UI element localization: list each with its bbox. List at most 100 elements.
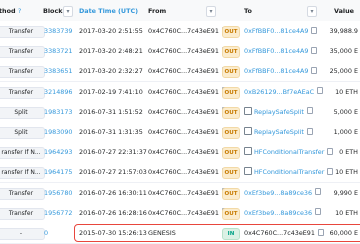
table-row: Transfer 3383739 2017-03-20 2:51:55 0x4C760… bbox=[0, 21, 360, 42]
value-amount: 10 ETH bbox=[335, 208, 358, 217]
to-address[interactable]: HFConditionalTransfer bbox=[254, 168, 324, 176]
table-row: Split 1983090 2016-07-31 1:31:35 0x4C760C..… bbox=[0, 122, 360, 143]
method-badge[interactable]: Transfer bbox=[0, 26, 45, 38]
from-address[interactable]: 0x4C760C...7c43eE91 bbox=[148, 203, 228, 223]
block-number[interactable]: 3383721 bbox=[44, 41, 72, 61]
from-address[interactable]: 0x4C760C...7c43eE91 bbox=[148, 61, 228, 81]
from-address[interactable]: 0x4C760C...7c43eE91 bbox=[148, 122, 228, 142]
to-address[interactable]: HFConditionalTransfer bbox=[254, 148, 324, 156]
value-amount: 39,988.9 bbox=[329, 27, 358, 35]
method-badge[interactable]: Transfer bbox=[0, 207, 45, 220]
block-number[interactable]: 3383739 bbox=[44, 21, 72, 41]
to-cell: 0xB26129...Bf7eAEaC bbox=[244, 82, 324, 102]
from-address-text: 0x4C760C...7c43eE91 bbox=[148, 208, 219, 217]
from-address[interactable]: 0x4C760C...7c43eE91 bbox=[148, 183, 228, 203]
to-cell: 0xFfBBF0...81ce4A9 bbox=[244, 21, 318, 41]
method-badge[interactable]: Transfer bbox=[0, 46, 45, 59]
contract-icon bbox=[244, 127, 252, 135]
table-row: ransfer If N... 1964293 2016-07-27 22:31:3… bbox=[0, 142, 360, 164]
to-address[interactable]: ReplaySafeSplit bbox=[254, 108, 304, 116]
to-address[interactable]: 0xEf3be9...8a89ce36 bbox=[244, 209, 312, 217]
to-address[interactable]: 0xFfBBF0...81ce4A9 bbox=[244, 67, 308, 75]
from-address[interactable]: 0x4C760C...7c43eE91 bbox=[148, 21, 228, 41]
to-column-header: To bbox=[244, 7, 252, 15]
block-number[interactable]: 0 bbox=[44, 223, 48, 243]
direction-badge: OUT bbox=[222, 127, 240, 139]
to-address[interactable]: ReplaySafeSplit bbox=[254, 128, 304, 136]
value-amount: 9,990 E bbox=[333, 188, 358, 197]
table-row: Split 1983173 2016-07-31 1:51:52 0x4C760C..… bbox=[0, 101, 360, 123]
copy-icon[interactable] bbox=[317, 87, 324, 95]
to-address[interactable]: 0xFfBBF0...81ce4A9 bbox=[244, 27, 308, 35]
method-badge[interactable]: Transfer bbox=[0, 86, 45, 99]
copy-icon[interactable] bbox=[306, 107, 313, 115]
from-address-text: 0x4C760C...7c43eE91 bbox=[148, 188, 219, 197]
direction-badge: OUT bbox=[222, 86, 240, 99]
from-address-text: 0x4C760C...7c43eE91 bbox=[148, 128, 219, 136]
to-cell: ReplaySafeSplit bbox=[244, 102, 313, 122]
contract-icon bbox=[244, 106, 252, 115]
to-address[interactable]: 0xFfBBF0...81ce4A9 bbox=[244, 47, 308, 55]
value-amount: 60,000 E bbox=[329, 229, 358, 237]
from-address[interactable]: 0x4C760C...7c43eE91 bbox=[148, 142, 228, 162]
method-column-header: thod ? bbox=[0, 7, 22, 15]
table-header: thod ? Block ▾ Date Time (UTC) From ▾ To… bbox=[0, 0, 360, 22]
table-row: Transfer 3383651 2017-03-20 2:32:27 0x4C760… bbox=[0, 61, 360, 83]
method-badge[interactable]: Split bbox=[0, 127, 45, 139]
help-icon[interactable]: ? bbox=[18, 7, 21, 15]
copy-icon[interactable] bbox=[311, 46, 318, 54]
to-address[interactable]: 0xB26129...Bf7eAEaC bbox=[244, 88, 314, 96]
direction-badge: OUT bbox=[222, 106, 240, 119]
from-address-text: 0x4C760C...7c43eE91 bbox=[148, 168, 219, 177]
table-row: ransfer If N... 1964175 2016-07-27 21:57:0… bbox=[0, 162, 360, 184]
from-address[interactable]: 0x4C760C...7c43eE91 bbox=[148, 162, 228, 182]
from-address-text: 0x4C760C...7c43eE91 bbox=[148, 148, 219, 157]
from-address[interactable]: 0x4C760C...7c43eE91 bbox=[148, 82, 228, 102]
table-row: Transfer 3383721 2017-03-20 2:48:21 0x4C760… bbox=[0, 41, 360, 63]
from-address[interactable]: 0x4C760C...7c43eE91 bbox=[148, 102, 228, 122]
block-number[interactable]: 3214896 bbox=[44, 82, 72, 102]
copy-icon[interactable] bbox=[327, 147, 334, 155]
block-number[interactable]: 1956772 bbox=[44, 203, 72, 223]
to-cell: HFConditionalTransfer bbox=[244, 142, 334, 162]
block-number[interactable]: 1983090 bbox=[44, 122, 72, 142]
to-address[interactable]: 0xEf3be9...8a89ce36 bbox=[244, 189, 312, 197]
copy-icon[interactable] bbox=[315, 188, 322, 196]
method-badge[interactable]: ransfer If N... bbox=[0, 167, 45, 180]
date-time: 2016-07-27 21:57:03 bbox=[79, 168, 147, 177]
to-cell: 0xFfBBF0...81ce4A9 bbox=[244, 41, 318, 61]
copy-icon[interactable] bbox=[311, 26, 318, 34]
method-badge[interactable]: ransfer If N... bbox=[0, 147, 45, 160]
from-address[interactable]: 0x4C760C...7c43eE91 bbox=[148, 41, 228, 61]
direction-badge: OUT bbox=[222, 167, 240, 180]
date-time: 2016-07-26 16:30:11 bbox=[79, 188, 147, 197]
method-badge[interactable]: Split bbox=[0, 106, 45, 119]
from-column-header: From bbox=[148, 7, 167, 15]
filter-icon[interactable]: ▾ bbox=[63, 6, 73, 17]
direction-badge: OUT bbox=[222, 187, 240, 200]
copy-icon[interactable] bbox=[315, 208, 322, 216]
method-badge[interactable]: Transfer bbox=[0, 187, 45, 200]
date-time: 2016-07-27 22:31:37 bbox=[79, 148, 147, 157]
filter-icon[interactable]: ▾ bbox=[307, 6, 317, 17]
direction-badge: OUT bbox=[222, 207, 240, 220]
method-badge[interactable]: - bbox=[0, 228, 45, 240]
copy-icon[interactable] bbox=[311, 66, 318, 74]
copy-icon[interactable] bbox=[306, 127, 313, 135]
method-badge[interactable]: Transfer bbox=[0, 66, 45, 79]
filter-icon[interactable]: ▾ bbox=[206, 6, 216, 17]
from-address-text: 0x4C760C...7c43eE91 bbox=[148, 27, 219, 35]
block-number[interactable]: 3383651 bbox=[44, 61, 72, 81]
value-amount: 10 ETH bbox=[335, 87, 358, 96]
value-amount: 0 ETH bbox=[339, 148, 358, 157]
date-time: 2017-02-19 7:41:10 bbox=[79, 87, 143, 96]
block-number[interactable]: 1956780 bbox=[44, 183, 72, 203]
copy-icon[interactable] bbox=[317, 228, 324, 236]
block-number[interactable]: 1964293 bbox=[44, 142, 72, 162]
block-number[interactable]: 1983173 bbox=[44, 102, 72, 122]
copy-icon[interactable] bbox=[327, 167, 334, 175]
from-address: GENESIS bbox=[148, 223, 176, 243]
date-column-header[interactable]: Date Time (UTC) bbox=[79, 6, 138, 16]
to-cell: 0x4C760C...7c43eE91 bbox=[244, 223, 324, 243]
block-number[interactable]: 1964175 bbox=[44, 162, 72, 182]
